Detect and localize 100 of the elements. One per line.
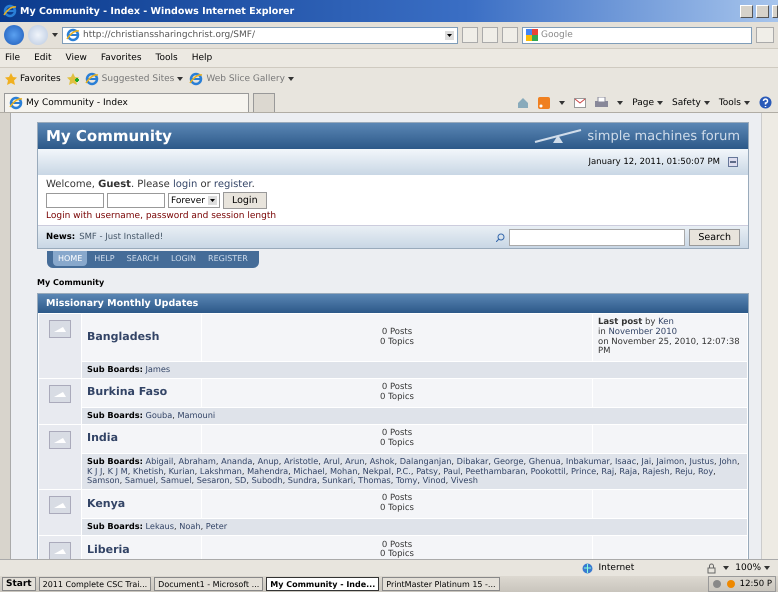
menu-item[interactable]: Help	[192, 53, 212, 63]
mail-icon[interactable]	[574, 98, 586, 108]
taskbar-button[interactable]: PrintMaster Platinum 15 -...	[382, 577, 500, 591]
command-menu[interactable]: Safety	[672, 98, 710, 108]
sub-board-link[interactable]: Samuel	[124, 475, 156, 486]
sub-board-link[interactable]: Prince	[570, 466, 596, 476]
sub-board-link[interactable]: Sesaron	[196, 475, 230, 486]
sub-board-link[interactable]: Subodh	[252, 475, 283, 486]
address-bar[interactable]: http://christianssharingchrist.org/SMF/	[62, 26, 458, 44]
lock-icon[interactable]	[706, 562, 718, 574]
sub-board-link[interactable]: Samson	[87, 475, 120, 486]
sub-board-link[interactable]: Khetish	[132, 466, 164, 476]
sub-board-link[interactable]: Nekpal	[362, 466, 392, 476]
add-favorite-icon[interactable]	[66, 73, 79, 85]
sub-board-link[interactable]: Mahendra	[247, 466, 288, 476]
taskbar-button[interactable]: My Community - Inde...	[266, 577, 380, 591]
sub-board-link[interactable]: Arun	[345, 456, 364, 466]
breadcrumb[interactable]: My Community	[37, 278, 749, 287]
login-button[interactable]: Login	[222, 192, 267, 209]
forum-search-field[interactable]	[509, 228, 686, 246]
new-tab-button[interactable]	[253, 93, 275, 112]
close-button[interactable]	[772, 4, 778, 18]
favorites-link[interactable]: Suggested Sites	[84, 72, 184, 86]
sub-board-link[interactable]: K J J	[87, 466, 102, 476]
nav-tab[interactable]: SEARCH	[122, 251, 164, 266]
sub-board-link[interactable]: Raj	[601, 466, 614, 476]
sub-board-link[interactable]: Aristotle	[284, 456, 318, 466]
start-button[interactable]: Start	[2, 577, 36, 591]
sub-board-link[interactable]: Justus	[689, 456, 714, 466]
sub-board-link[interactable]: Jaimon	[656, 456, 684, 466]
menu-item[interactable]: Tools	[156, 53, 178, 63]
minimize-button[interactable]	[740, 4, 753, 18]
menu-item[interactable]: Edit	[34, 53, 52, 63]
collapse-icon[interactable]	[728, 157, 738, 167]
back-button[interactable]	[4, 25, 24, 45]
menu-item[interactable]: View	[66, 53, 87, 63]
sub-board-link[interactable]: Isaac	[614, 456, 636, 466]
author-link[interactable]: Ken	[658, 316, 674, 327]
sub-board-link[interactable]: Roy	[698, 466, 714, 476]
board-link[interactable]: Bangladesh	[87, 330, 160, 344]
search-field[interactable]: Google	[522, 26, 752, 44]
register-link[interactable]: register	[214, 179, 252, 190]
tray-icon[interactable]	[726, 579, 736, 589]
sub-board-link[interactable]: Michael	[293, 466, 325, 476]
command-menu[interactable]: Page	[632, 98, 664, 108]
sub-board-link[interactable]: Patsy	[416, 466, 438, 476]
sub-board-link[interactable]: James	[145, 364, 170, 374]
sub-board-link[interactable]: Raja	[619, 466, 638, 476]
favorites-button[interactable]: Favorites	[5, 73, 61, 85]
nav-tab[interactable]: HELP	[89, 251, 120, 266]
sub-board-link[interactable]: Mohan	[330, 466, 358, 476]
sub-board-link[interactable]: Sundra	[288, 475, 317, 486]
sub-board-link[interactable]: Vinod	[422, 475, 446, 486]
nav-tab[interactable]: LOGIN	[166, 251, 202, 266]
compatibility-button[interactable]	[462, 27, 478, 43]
search-button[interactable]	[756, 27, 774, 43]
sub-board-link[interactable]: Abraham	[178, 456, 216, 466]
sub-board-link[interactable]: Inbakumar	[566, 456, 610, 466]
zoom-level[interactable]: 100%	[735, 563, 770, 574]
sub-board-link[interactable]: P.C.	[396, 466, 411, 476]
sub-board-link[interactable]: Sunkari	[322, 475, 353, 486]
home-icon[interactable]	[517, 96, 530, 108]
username-field[interactable]	[46, 193, 104, 208]
sub-board-link[interactable]: Mamouni	[177, 410, 216, 420]
sub-board-link[interactable]: Thomas	[358, 475, 391, 486]
browser-tab[interactable]: My Community - Index	[4, 93, 249, 112]
sub-board-link[interactable]: Abigail	[145, 456, 174, 466]
sub-board-link[interactable]: Pookottil	[530, 466, 566, 476]
sub-board-link[interactable]: Vivesh	[450, 475, 478, 486]
menu-item[interactable]: File	[5, 53, 20, 63]
password-field[interactable]	[107, 193, 165, 208]
login-link[interactable]: login	[172, 179, 198, 190]
refresh-button[interactable]	[482, 27, 498, 43]
sub-board-link[interactable]: K J M	[108, 466, 128, 476]
nav-tab[interactable]: REGISTER	[203, 251, 253, 266]
sub-board-link[interactable]: Arul	[323, 456, 340, 466]
feed-icon[interactable]	[538, 96, 550, 108]
sub-board-link[interactable]: Reju	[674, 466, 693, 476]
board-link[interactable]: November 2010	[608, 326, 678, 337]
scrollbar[interactable]	[761, 113, 778, 560]
sub-board-link[interactable]: SD	[234, 475, 246, 486]
sub-board-link[interactable]: Tomy	[396, 475, 418, 486]
sub-board-link[interactable]: Ghenua	[528, 456, 561, 466]
tray-icon[interactable]	[712, 579, 722, 589]
sub-board-link[interactable]: Kurian	[168, 466, 195, 476]
search-button[interactable]: Search	[689, 228, 740, 246]
menu-item[interactable]: Favorites	[100, 53, 142, 63]
sub-board-link[interactable]: John	[719, 456, 738, 466]
printer-icon[interactable]	[595, 97, 608, 108]
command-menu[interactable]: Tools	[718, 98, 750, 108]
sub-board-link[interactable]: Samuel	[160, 475, 192, 486]
taskbar-button[interactable]: Document1 - Microsoft ...	[154, 577, 264, 591]
sub-board-link[interactable]: Ananda	[221, 456, 252, 466]
sub-board-link[interactable]: Dibakar	[456, 456, 488, 466]
help-icon[interactable]	[759, 96, 772, 109]
sub-board-link[interactable]: Lakshman	[200, 466, 242, 476]
sub-board-link[interactable]: Noah	[179, 521, 201, 532]
taskbar-button[interactable]: 2011 Complete CSC Trai...	[38, 577, 152, 591]
board-link[interactable]: India	[87, 431, 118, 444]
sub-board-link[interactable]: Rajesh	[642, 466, 670, 476]
